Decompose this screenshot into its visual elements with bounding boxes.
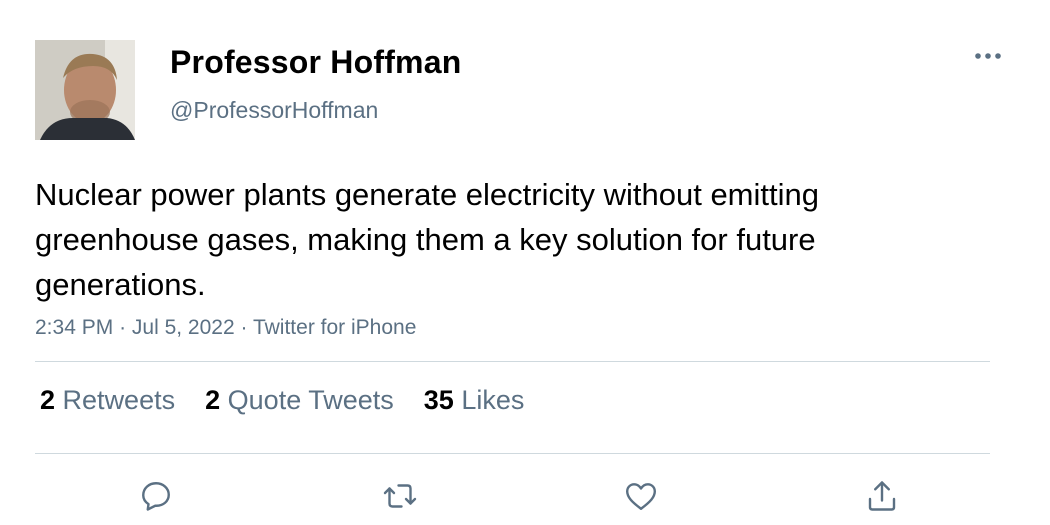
author-name[interactable]: Professor Hoffman: [170, 44, 461, 81]
retweet-button[interactable]: [380, 476, 420, 516]
action-bar: [0, 476, 1050, 516]
tweet-time[interactable]: 2:34 PM: [35, 316, 113, 339]
comment-icon: [142, 482, 170, 511]
likes-count: 35: [423, 385, 454, 415]
more-horizontal-icon: [975, 53, 1001, 59]
retweets-label: Retweets: [62, 385, 176, 415]
more-options-button[interactable]: [972, 46, 1004, 66]
divider: [35, 361, 990, 362]
retweet-icon: [383, 484, 417, 508]
share-button[interactable]: [862, 476, 902, 516]
retweets-stat[interactable]: 2 Retweets: [40, 385, 175, 416]
retweets-count: 2: [40, 385, 56, 415]
tweet-date[interactable]: Jul 5, 2022: [132, 316, 235, 339]
likes-stat[interactable]: 35 Likes: [424, 385, 525, 416]
reply-button[interactable]: [136, 476, 176, 516]
heart-icon: [626, 483, 656, 510]
divider: [35, 453, 990, 454]
tweet-meta: 2:34 PM · Jul 5, 2022 · Twitter for iPho…: [35, 316, 416, 340]
author-handle[interactable]: @ProfessorHoffman: [170, 97, 378, 124]
quote-tweets-stat[interactable]: 2 Quote Tweets: [205, 385, 394, 416]
avatar[interactable]: [35, 40, 135, 140]
meta-separator: ·: [240, 316, 248, 339]
tweet-text: Nuclear power plants generate electricit…: [35, 177, 819, 302]
likes-label: Likes: [461, 385, 525, 415]
like-button[interactable]: [621, 476, 661, 516]
avatar-photo: [35, 40, 135, 140]
meta-separator: ·: [119, 316, 127, 339]
engagement-stats: 2 Retweets 2 Quote Tweets 35 Likes: [40, 385, 524, 416]
quotes-label: Quote Tweets: [227, 385, 394, 415]
share-icon: [868, 481, 896, 511]
quotes-count: 2: [205, 385, 221, 415]
tweet-source[interactable]: Twitter for iPhone: [253, 316, 416, 339]
